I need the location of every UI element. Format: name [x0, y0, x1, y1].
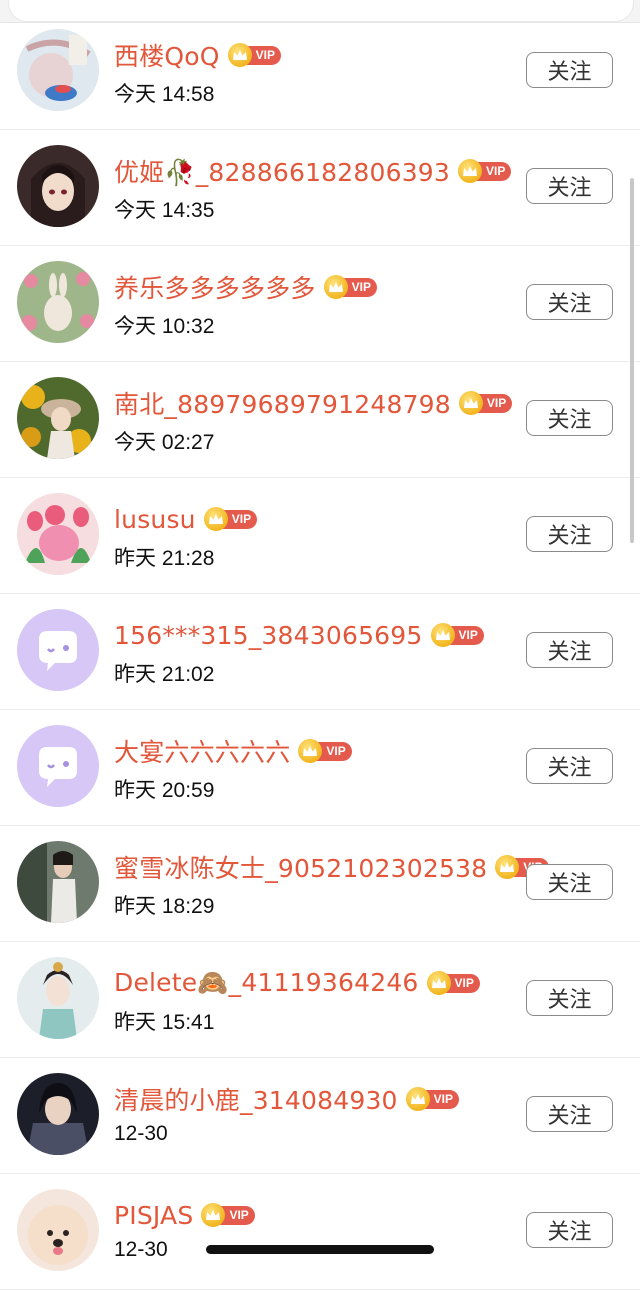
- list-item[interactable]: 优姬🥀_828866182806393 VIP 今天 14:35 关注: [0, 130, 640, 246]
- crown-icon: [458, 159, 483, 183]
- user-name[interactable]: 西楼QoQ: [114, 37, 220, 73]
- avatar[interactable]: [17, 957, 99, 1039]
- avatar[interactable]: [17, 725, 99, 807]
- user-name[interactable]: 156***315_3843065695: [114, 621, 423, 650]
- avatar[interactable]: [17, 261, 99, 343]
- crown-icon: [458, 391, 483, 415]
- follow-time: 昨天 18:29: [114, 895, 215, 918]
- list-item[interactable]: 南北_88979689791248798 VIP 今天 02:27 关注: [0, 362, 640, 478]
- follow-time: 今天 02:27: [114, 431, 215, 454]
- user-name[interactable]: 清晨的小鹿_314084930: [114, 1081, 398, 1117]
- home-indicator[interactable]: [206, 1245, 434, 1254]
- follow-button[interactable]: 关注: [526, 1096, 613, 1132]
- follow-time: 今天 10:32: [114, 315, 215, 338]
- vip-badge: VIP: [430, 623, 484, 647]
- list-item[interactable]: lususu VIP 昨天 21:28 关注: [0, 478, 640, 594]
- avatar[interactable]: [17, 841, 99, 923]
- user-name[interactable]: 南北_88979689791248798: [114, 385, 451, 421]
- list-item[interactable]: 西楼QoQ VIP 今天 14:58 关注: [0, 14, 640, 130]
- follow-button[interactable]: 关注: [526, 516, 613, 552]
- user-name[interactable]: 蜜雪冰陈女士_9052102302538: [114, 849, 487, 885]
- follow-time: 12-30: [114, 1238, 168, 1261]
- list-item[interactable]: PISJAS VIP 12-30 关注: [0, 1174, 640, 1290]
- follow-button[interactable]: 关注: [526, 284, 613, 320]
- follow-button[interactable]: 关注: [526, 400, 613, 436]
- vip-badge: VIP: [458, 159, 512, 183]
- avatar[interactable]: [17, 377, 99, 459]
- vip-badge: VIP: [405, 1087, 459, 1111]
- follow-time: 昨天 21:02: [114, 663, 215, 686]
- crown-icon: [426, 971, 451, 995]
- follow-button[interactable]: 关注: [526, 1212, 613, 1248]
- crown-icon: [430, 623, 455, 647]
- avatar[interactable]: [17, 609, 99, 691]
- follow-time: 昨天 20:59: [114, 779, 215, 802]
- user-name[interactable]: Delete🙈_41119364246: [114, 968, 419, 998]
- avatar[interactable]: [17, 1073, 99, 1155]
- follow-button[interactable]: 关注: [526, 748, 613, 784]
- follow-button[interactable]: 关注: [526, 632, 613, 668]
- avatar[interactable]: [17, 145, 99, 227]
- avatar[interactable]: [17, 493, 99, 575]
- follow-time: 12-30: [114, 1122, 168, 1145]
- user-name[interactable]: PISJAS: [114, 1201, 193, 1230]
- list-item[interactable]: 大宴六六六六六 VIP 昨天 20:59 关注: [0, 710, 640, 826]
- list-item[interactable]: 清晨的小鹿_314084930 VIP 12-30 关注: [0, 1058, 640, 1174]
- follow-time: 今天 14:58: [114, 83, 215, 106]
- vip-badge: VIP: [203, 507, 258, 531]
- crown-icon: [405, 1087, 430, 1111]
- vip-badge: VIP: [298, 739, 352, 763]
- user-name[interactable]: lususu: [114, 505, 196, 534]
- list-item[interactable]: Delete🙈_41119364246 VIP 昨天 15:41 关注: [0, 942, 640, 1058]
- list-item[interactable]: 蜜雪冰陈女士_9052102302538 VIP 昨天 18:29 关注: [0, 826, 640, 942]
- crown-icon: [227, 43, 252, 67]
- user-name[interactable]: 优姬🥀_828866182806393: [114, 153, 450, 189]
- follow-time: 今天 14:35: [114, 199, 215, 222]
- vip-badge: VIP: [323, 275, 377, 299]
- avatar[interactable]: [17, 29, 99, 111]
- follow-button[interactable]: 关注: [526, 168, 613, 204]
- list-item[interactable]: 156***315_3843065695 VIP 昨天 21:02 关注: [0, 594, 640, 710]
- follower-list: 西楼QoQ VIP 今天 14:58 关注 优姬🥀_82886618280639…: [0, 14, 640, 1290]
- user-name[interactable]: 养乐多多多多多多: [114, 269, 316, 305]
- user-name[interactable]: 大宴六六六六六: [114, 733, 290, 769]
- crown-icon: [323, 275, 348, 299]
- avatar[interactable]: [17, 1189, 99, 1271]
- vip-badge: VIP: [458, 391, 513, 415]
- follow-button[interactable]: 关注: [526, 980, 613, 1016]
- follow-button[interactable]: 关注: [526, 52, 613, 88]
- vip-badge: VIP: [426, 971, 480, 995]
- follow-time: 昨天 15:41: [114, 1011, 215, 1034]
- vip-badge: VIP: [227, 43, 281, 67]
- follow-button[interactable]: 关注: [526, 864, 613, 900]
- list-item[interactable]: 养乐多多多多多多 VIP 今天 10:32 关注: [0, 246, 640, 362]
- scrollbar[interactable]: [630, 178, 634, 543]
- follow-time: 昨天 21:28: [114, 547, 215, 570]
- vip-badge: VIP: [201, 1203, 255, 1227]
- crown-icon: [203, 507, 228, 531]
